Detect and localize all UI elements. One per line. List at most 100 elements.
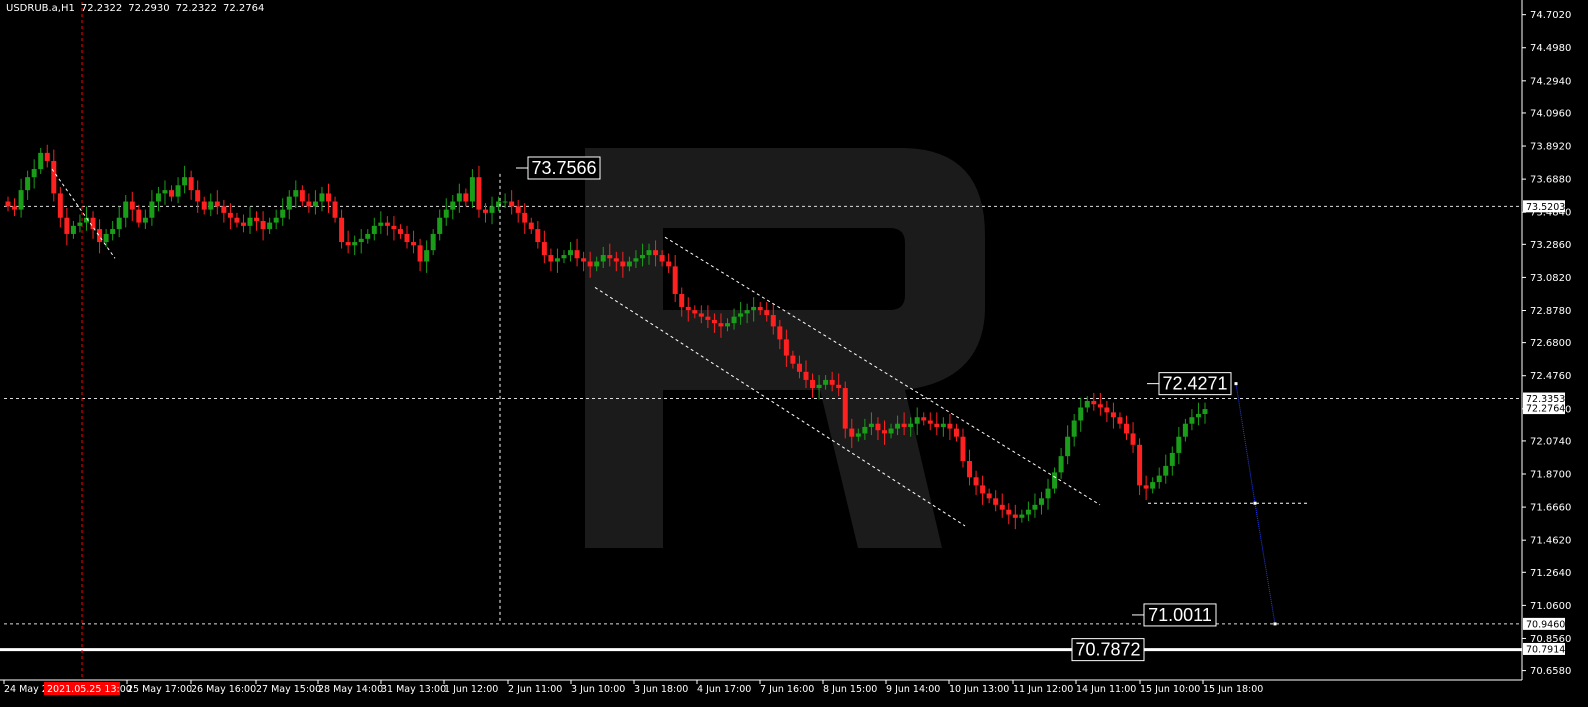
candle-body	[1117, 417, 1123, 424]
candle-body	[57, 193, 63, 218]
candle-body	[116, 217, 122, 230]
candle-body	[437, 217, 443, 234]
candle-body	[888, 428, 894, 434]
price-label-text: 72.2764	[1526, 404, 1565, 415]
candle-body	[1019, 514, 1025, 518]
candle-body	[672, 266, 678, 294]
candle-body	[319, 193, 325, 202]
candle-body	[208, 201, 214, 210]
y-tick-label: 71.6660	[1530, 503, 1571, 514]
x-tick-label: 4 Jun 17:00	[697, 684, 751, 695]
candle-body	[221, 206, 227, 213]
candle-body	[783, 339, 789, 356]
candle-body	[940, 423, 946, 427]
candle-body	[162, 190, 168, 194]
candle-body	[960, 436, 966, 462]
candle-body	[541, 242, 547, 256]
candle-body	[764, 310, 770, 316]
forecast-point	[1253, 501, 1257, 505]
x-tick-label: 24 May 2	[4, 684, 48, 695]
candle-body	[1071, 420, 1077, 437]
candle-body	[299, 190, 305, 202]
candle-body	[254, 217, 260, 221]
candle-body	[70, 225, 76, 234]
y-tick-label: 74.7020	[1530, 10, 1571, 21]
price-label-text: 73.5203	[1526, 202, 1565, 213]
x-tick-label: 25 May 17:00	[127, 684, 192, 695]
candle-body	[810, 379, 816, 389]
candle-body	[1110, 412, 1116, 418]
candle-body	[594, 261, 600, 267]
candle-body	[790, 355, 796, 364]
candle-body	[895, 423, 901, 429]
x-tick-label: 9 Jun 14:00	[886, 684, 940, 695]
candle-body	[685, 306, 691, 311]
candle-body	[234, 217, 240, 223]
candle-body	[182, 177, 188, 186]
candle-body	[463, 193, 469, 202]
y-tick-label: 74.2940	[1530, 76, 1571, 87]
candle-body	[1025, 509, 1031, 515]
candle-body	[1012, 514, 1018, 518]
forecast-point	[1234, 382, 1238, 386]
candle-body	[777, 326, 783, 340]
low-value: 72.2322	[175, 3, 217, 14]
candle-body	[646, 250, 652, 256]
candle-body	[653, 250, 659, 256]
candle-body	[482, 209, 488, 213]
candle-body	[326, 193, 332, 202]
y-tick-label: 73.2860	[1530, 240, 1571, 251]
price-chart[interactable]: 73.7566 72.4271 71.0011 70.7872 74.7020 74.4…	[0, 0, 1588, 707]
candle-body	[97, 229, 103, 243]
candle-body	[1150, 482, 1156, 489]
candle-body	[384, 222, 390, 226]
y-tick-label: 72.4760	[1530, 371, 1571, 382]
candle-body	[430, 233, 436, 251]
candle-body	[5, 201, 11, 207]
candle-body	[18, 190, 24, 210]
candle-body	[522, 212, 528, 223]
candle-body	[908, 423, 914, 427]
candle-body	[823, 379, 829, 385]
candle-body	[633, 258, 639, 262]
candle-body	[967, 461, 973, 478]
annotation-label: 70.7872	[1075, 640, 1140, 660]
candle-body	[411, 242, 417, 246]
candle-body	[38, 152, 44, 170]
candle-body	[993, 498, 999, 505]
candle-body	[770, 315, 776, 327]
symbol-name: USDRUB.a,H1	[6, 3, 75, 14]
candle-body	[607, 255, 613, 259]
candle-body	[711, 319, 717, 324]
candle-body	[679, 293, 685, 307]
candle-body	[489, 206, 495, 213]
y-tick-label: 71.8700	[1530, 470, 1571, 481]
candle-body	[862, 426, 868, 434]
cursor-time-label: 2021.05.25 13:00	[47, 684, 132, 695]
candle-body	[31, 169, 37, 178]
x-tick-label: 15 Jun 10:00	[1140, 684, 1200, 695]
y-tick-label: 71.2640	[1530, 568, 1571, 579]
x-tick-label: 14 Jun 11:00	[1076, 684, 1136, 695]
candle-body	[751, 306, 757, 311]
candle-body	[816, 384, 822, 389]
candle-body	[986, 493, 992, 499]
candle-body	[424, 250, 430, 262]
candle-body	[692, 310, 698, 314]
annotation-label: 73.7566	[531, 158, 596, 178]
candle-body	[1045, 488, 1051, 499]
candle-body	[365, 233, 371, 239]
candle-body	[352, 242, 358, 246]
candle-body	[581, 258, 587, 262]
candle-body	[44, 152, 50, 161]
candle-body	[260, 220, 266, 230]
candle-body	[142, 217, 148, 223]
candle-body	[1065, 436, 1071, 457]
candle-body	[1189, 417, 1195, 424]
candle-body	[868, 423, 874, 427]
candle-body	[306, 201, 312, 207]
candle-body	[535, 229, 541, 243]
candle-body	[90, 217, 96, 230]
candle-body	[280, 209, 286, 218]
x-tick-label: 3 Jun 18:00	[634, 684, 688, 695]
